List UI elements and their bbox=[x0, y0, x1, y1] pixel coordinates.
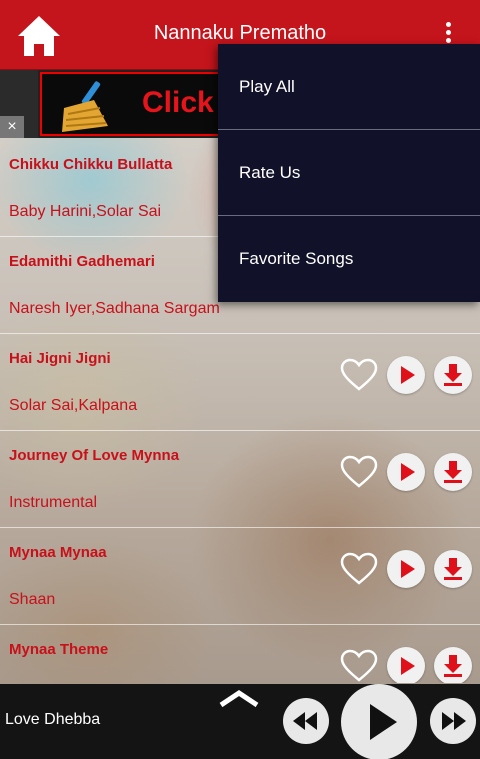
song-title: Chikku Chikku Bullatta bbox=[9, 156, 173, 173]
song-title: Mynaa Mynaa bbox=[9, 544, 107, 561]
song-title: Hai Jigni Jigni bbox=[9, 350, 111, 367]
song-artist: Shaan bbox=[9, 591, 56, 608]
menu-item-favorite-songs[interactable]: Favorite Songs bbox=[218, 216, 480, 302]
play-song-button[interactable] bbox=[387, 453, 425, 491]
heart-icon[interactable] bbox=[340, 552, 378, 586]
now-playing-title: Love Dhebba bbox=[5, 711, 101, 728]
page-title: Nannaku Prematho bbox=[153, 22, 327, 44]
heart-icon[interactable] bbox=[340, 455, 378, 489]
play-icon[interactable] bbox=[341, 684, 417, 759]
menu-item-play-all[interactable]: Play All bbox=[218, 44, 480, 130]
song-artist: Instrumental bbox=[9, 494, 98, 511]
list-item[interactable]: Mynaa Mynaa Shaan bbox=[0, 528, 480, 625]
song-title: Mynaa Theme bbox=[9, 641, 109, 658]
fast-forward-icon[interactable] bbox=[430, 698, 476, 744]
heart-icon[interactable] bbox=[340, 649, 378, 683]
broom-icon bbox=[54, 78, 118, 134]
song-artist: Naresh Iyer,Sadhana Sargam bbox=[9, 300, 220, 317]
mini-player: Love Dhebba bbox=[0, 684, 480, 759]
overflow-menu: Play All Rate Us Favorite Songs bbox=[218, 44, 480, 302]
download-icon[interactable] bbox=[434, 453, 472, 491]
list-item[interactable]: Mynaa Theme bbox=[0, 625, 480, 683]
download-icon[interactable] bbox=[434, 550, 472, 588]
download-icon[interactable] bbox=[434, 356, 472, 394]
list-item[interactable]: Hai Jigni Jigni Solar Sai,Kalpana bbox=[0, 334, 480, 431]
song-artist: Baby Harini,Solar Sai bbox=[9, 203, 162, 220]
song-title: Edamithi Gadhemari bbox=[9, 253, 155, 270]
menu-item-rate-us[interactable]: Rate Us bbox=[218, 130, 480, 216]
song-artist: Solar Sai,Kalpana bbox=[9, 397, 138, 414]
download-icon[interactable] bbox=[434, 647, 472, 683]
list-item[interactable]: Journey Of Love Mynna Instrumental bbox=[0, 431, 480, 528]
play-song-button[interactable] bbox=[387, 550, 425, 588]
rewind-icon[interactable] bbox=[283, 698, 329, 744]
ad-close-button[interactable]: × bbox=[0, 116, 24, 138]
play-song-button[interactable] bbox=[387, 356, 425, 394]
play-song-button[interactable] bbox=[387, 647, 425, 683]
chevron-up-icon[interactable] bbox=[218, 688, 260, 708]
heart-icon[interactable] bbox=[340, 358, 378, 392]
song-title: Journey Of Love Mynna bbox=[9, 447, 180, 464]
